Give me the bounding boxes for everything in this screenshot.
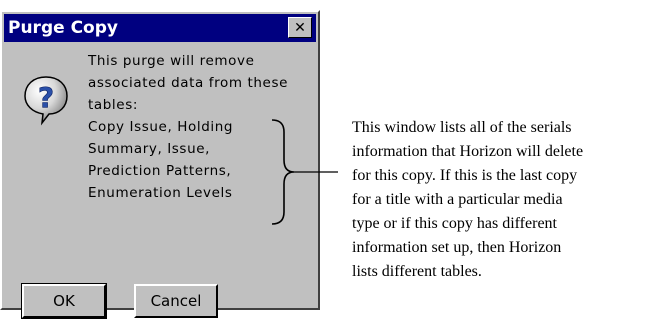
callout-bracket bbox=[271, 119, 338, 225]
callout-line: for a title with a particular media bbox=[352, 191, 563, 208]
dialog-title: Purge Copy bbox=[8, 18, 118, 38]
callout-text: This window lists all of the serials inf… bbox=[352, 116, 648, 284]
close-icon: ✕ bbox=[294, 19, 306, 36]
callout-line: type or if this copy has different bbox=[352, 215, 557, 232]
ok-button[interactable]: OK bbox=[21, 283, 107, 319]
callout-line: for this copy. If this is the last copy bbox=[352, 167, 578, 184]
svg-text:?: ? bbox=[38, 81, 54, 114]
close-button[interactable]: ✕ bbox=[288, 17, 312, 38]
callout-line: This window lists all of the serials bbox=[352, 119, 572, 136]
cancel-button[interactable]: Cancel bbox=[134, 284, 218, 318]
message-line: tables: bbox=[88, 97, 138, 113]
callout-line: lists different tables. bbox=[352, 263, 482, 280]
callout-line: information set up, then Horizon bbox=[352, 239, 562, 256]
callout-line: information that Horizon will delete bbox=[352, 143, 584, 160]
question-icon: ? bbox=[24, 76, 68, 126]
dialog-titlebar[interactable]: Purge Copy ✕ bbox=[4, 14, 316, 42]
message-line: associated data from these bbox=[88, 75, 289, 91]
message-line: This purge will remove bbox=[88, 53, 255, 69]
